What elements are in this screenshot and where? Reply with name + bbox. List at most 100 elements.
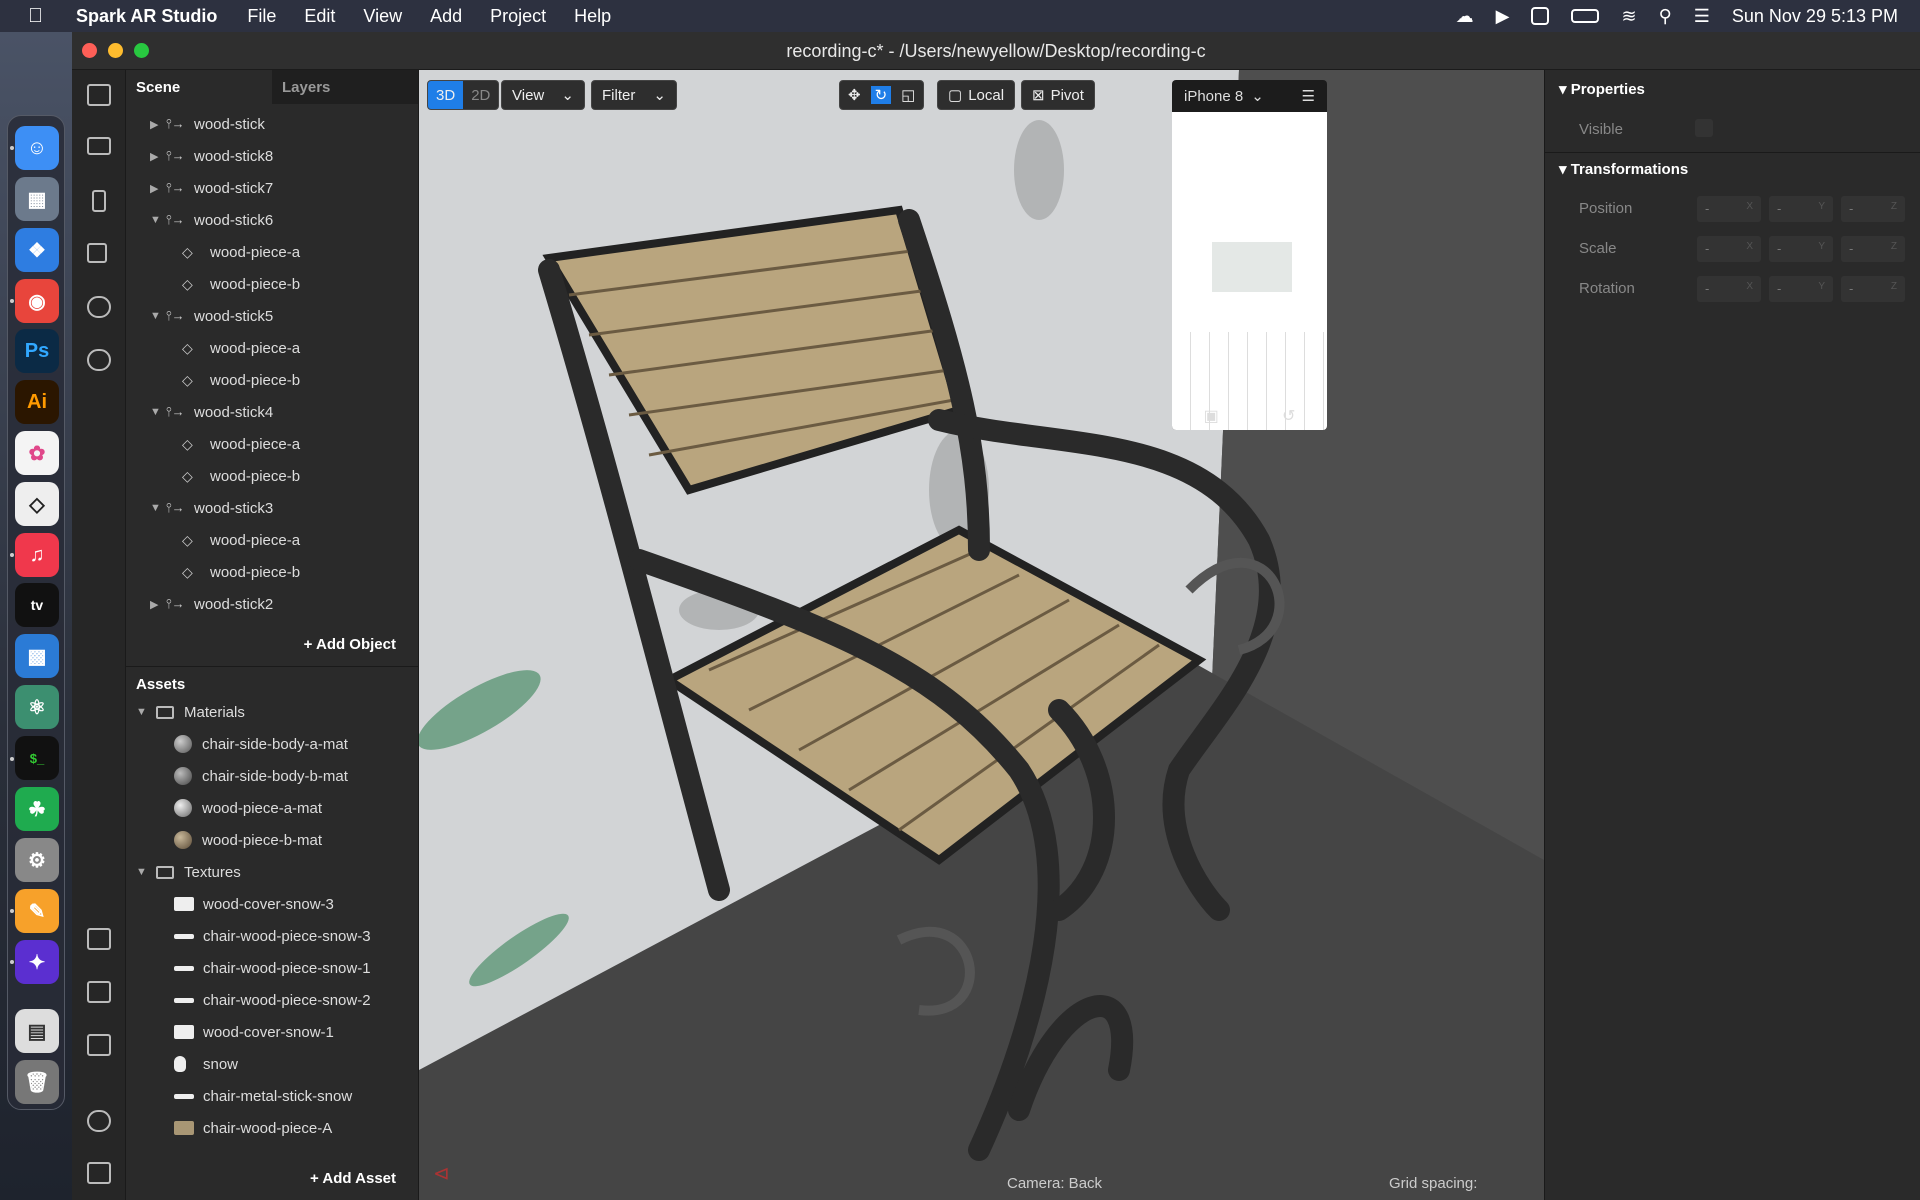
asset-item[interactable]: chair-wood-piece-snow-3 — [174, 920, 371, 952]
visible-checkbox[interactable] — [1695, 119, 1713, 137]
system-preferences-icon[interactable]: ⚙ — [15, 838, 59, 882]
menu-icon[interactable]: ☰ — [1302, 87, 1315, 105]
tree-item[interactable]: ▶ ⫯→ wood-stick2 — [126, 588, 419, 620]
tree-item[interactable]: ◇ wood-piece-b — [126, 268, 419, 300]
pivot-toggle[interactable]: ⊠ Pivot — [1021, 80, 1095, 110]
mode-3d-button[interactable]: 3D — [428, 81, 464, 109]
asset-item[interactable]: wood-cover-snow-1 — [174, 1016, 334, 1048]
keynote-icon[interactable]: ▩ — [15, 634, 59, 678]
add-asset-button[interactable]: + Add Asset — [310, 1170, 396, 1187]
tree-item[interactable]: ◇ wood-piece-a — [126, 332, 419, 364]
transform-field-z[interactable]: -Z — [1841, 196, 1905, 222]
transform-field-y[interactable]: -Y — [1769, 196, 1833, 222]
evernote-icon[interactable]: ☘ — [15, 787, 59, 831]
notifications-icon[interactable] — [87, 1162, 111, 1184]
music-icon[interactable]: ♫ — [15, 533, 59, 577]
keyboard-input-icon[interactable] — [1531, 7, 1550, 25]
tab-scene[interactable]: Scene — [126, 70, 272, 104]
photos-icon[interactable]: ✿ — [15, 431, 59, 475]
tree-item[interactable]: ▶ ⫯→ wood-stick8 — [126, 140, 419, 172]
pages-icon[interactable]: ✎ — [15, 889, 59, 933]
rotate-tool-icon[interactable]: ↻ — [870, 86, 892, 104]
viewport[interactable]: ⊲ 3D 2D View ⌄ Filter ⌄ ✥ ↻ ◱ ▢ Local ⊠ … — [419, 70, 1544, 1200]
video-icon[interactable] — [87, 137, 111, 155]
menu-view[interactable]: View — [363, 6, 402, 27]
tree-item[interactable]: ▶ ⫯→ wood-stick7 — [126, 172, 419, 204]
transform-field-x[interactable]: -X — [1697, 236, 1761, 262]
menu-project[interactable]: Project — [490, 6, 546, 27]
refresh-icon[interactable] — [87, 296, 111, 318]
photoshop-icon[interactable]: Ps — [15, 329, 59, 373]
menu-file[interactable]: File — [247, 6, 276, 27]
triangle-down-icon[interactable]: ▼ — [136, 866, 152, 878]
spark-ar-icon[interactable]: ✦ — [15, 940, 59, 984]
document-icon[interactable]: ▤ — [15, 1009, 59, 1053]
transform-field-z[interactable]: -Z — [1841, 276, 1905, 302]
asset-item[interactable]: chair-wood-piece-snow-2 — [174, 984, 371, 1016]
triangle-down-icon[interactable]: ▼ — [150, 310, 166, 322]
tree-item[interactable]: ▼ ⫯→ wood-stick4 — [126, 396, 419, 428]
upload-icon[interactable] — [87, 1034, 111, 1056]
properties-header[interactable]: ▾ Properties — [1559, 80, 1645, 98]
illustrator-icon[interactable]: Ai — [15, 380, 59, 424]
search-icon[interactable] — [87, 349, 111, 371]
asset-item[interactable]: chair-wood-piece-snow-1 — [174, 952, 371, 984]
asset-item[interactable]: wood-cover-snow-3 — [174, 888, 334, 920]
device-selector[interactable]: iPhone 8 ⌄ ☰ — [1172, 80, 1327, 112]
triangle-right-icon[interactable]: ▶ — [150, 598, 166, 611]
finder-icon[interactable]: ☺ — [15, 126, 59, 170]
triangle-down-icon[interactable]: ▼ — [150, 502, 166, 514]
tree-item[interactable]: ◇ wood-piece-b — [126, 460, 419, 492]
menu-edit[interactable]: Edit — [304, 6, 335, 27]
device-preview[interactable]: iPhone 8 ⌄ ☰ ▣ ↺ — [1172, 80, 1327, 430]
asset-item[interactable]: wood-piece-a-mat — [174, 792, 322, 824]
cloud-upload-icon[interactable]: ☁ — [1456, 6, 1474, 27]
tree-item[interactable]: ◇ wood-piece-b — [126, 364, 419, 396]
rotate-device-icon[interactable]: ↺ — [1282, 406, 1295, 426]
scene-render[interactable]: ⊲ — [419, 70, 1544, 1200]
triangle-right-icon[interactable]: ▶ — [150, 182, 166, 195]
view-dropdown[interactable]: View ⌄ — [501, 80, 585, 110]
menu-add[interactable]: Add — [430, 6, 462, 27]
transform-field-y[interactable]: -Y — [1769, 276, 1833, 302]
move-tool-icon[interactable]: ✥ — [844, 86, 865, 104]
transformations-header[interactable]: ▾ Transformations — [1559, 160, 1688, 178]
terminal-icon[interactable]: $_ — [15, 736, 59, 780]
transform-field-z[interactable]: -Z — [1841, 236, 1905, 262]
tree-item[interactable]: ▼ ⫯→ wood-stick3 — [126, 492, 419, 524]
tree-item[interactable]: ◇ wood-piece-a — [126, 236, 419, 268]
transform-field-y[interactable]: -Y — [1769, 236, 1833, 262]
triangle-down-icon[interactable]: ▼ — [150, 406, 166, 418]
atom-icon[interactable]: ⚛ — [15, 685, 59, 729]
play-icon[interactable]: ▶ — [1496, 6, 1510, 27]
safari-icon[interactable]: ❖ — [15, 228, 59, 272]
chrome-icon[interactable]: ◉ — [15, 279, 59, 323]
transform-field-x[interactable]: -X — [1697, 276, 1761, 302]
frame-icon[interactable] — [87, 243, 107, 263]
filter-dropdown[interactable]: Filter ⌄ — [591, 80, 677, 110]
mode-2d-button[interactable]: 2D — [463, 81, 498, 109]
tree-item[interactable]: ◇ wood-piece-a — [126, 428, 419, 460]
tree-item[interactable]: ▼ ⫯→ wood-stick5 — [126, 300, 419, 332]
add-folder-icon[interactable] — [87, 928, 111, 950]
apple-icon[interactable]:  — [28, 5, 54, 28]
transform-field-x[interactable]: -X — [1697, 196, 1761, 222]
control-center-icon[interactable]: ☰ — [1694, 6, 1710, 27]
layout-icon[interactable] — [87, 84, 111, 106]
battery-icon[interactable] — [1571, 9, 1600, 23]
asset-item[interactable]: chair-wood-piece-A — [174, 1112, 332, 1144]
pause-icon[interactable] — [92, 190, 106, 212]
asset-item[interactable]: chair-side-body-b-mat — [174, 760, 348, 792]
asset-item[interactable]: chair-side-body-a-mat — [174, 728, 348, 760]
search-icon[interactable]: ⚲ — [1659, 6, 1672, 27]
launchpad-icon[interactable]: ▦ — [15, 177, 59, 221]
mode-toggle[interactable]: 3D 2D — [427, 80, 500, 110]
asset-folder[interactable]: ▼ Textures — [136, 856, 241, 888]
trash-icon[interactable]: 🗑 — [15, 1060, 59, 1104]
triangle-down-icon[interactable]: ▼ — [136, 706, 152, 718]
bug-icon[interactable] — [87, 1110, 111, 1132]
import-icon[interactable] — [87, 981, 111, 1003]
tab-layers[interactable]: Layers — [272, 70, 418, 104]
tree-item[interactable]: ▶ ⫯→ wood-stick — [126, 108, 419, 140]
unity-icon[interactable]: ◇ — [15, 482, 59, 526]
